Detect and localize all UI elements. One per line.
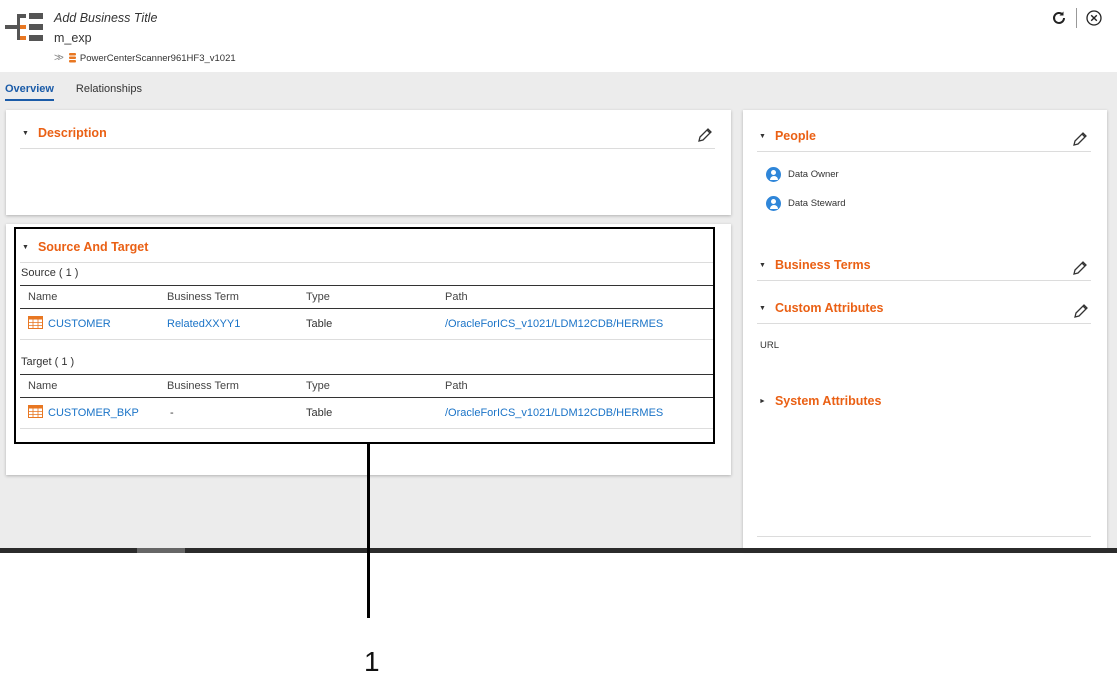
refresh-icon[interactable] (1051, 10, 1067, 26)
collapse-triangle-icon: ▼ (759, 132, 766, 140)
mapping-icon (5, 13, 43, 41)
user-icon (766, 167, 781, 182)
edit-business-terms-icon[interactable] (1072, 260, 1088, 276)
edit-custom-attributes-icon[interactable] (1073, 303, 1089, 319)
people-header[interactable]: ▼ People (759, 129, 816, 143)
expand-triangle-icon: ► (759, 397, 766, 405)
system-attributes-header[interactable]: ► System Attributes (759, 394, 881, 408)
right-panel: ▼ People Data Owner Data Steward ▼ Busin… (743, 110, 1107, 550)
system-attributes-title: System Attributes (774, 394, 882, 408)
url-attribute-label: URL (760, 340, 780, 351)
double-chevron-icon: >> (54, 52, 64, 64)
callout-box (14, 227, 715, 444)
horizontal-scrollbar[interactable] (0, 548, 1117, 553)
data-steward-row[interactable]: Data Steward (766, 196, 846, 211)
custom-attributes-title: Custom Attributes (774, 301, 884, 315)
tab-bar: Overview Relationships (0, 83, 159, 101)
collapse-triangle-icon: ▼ (22, 129, 29, 137)
people-title: People (774, 129, 816, 143)
edit-people-icon[interactable] (1072, 131, 1088, 147)
custom-attributes-header[interactable]: ▼ Custom Attributes (759, 301, 884, 315)
tab-overview[interactable]: Overview (5, 83, 54, 101)
description-header[interactable]: ▼ Description (22, 126, 107, 140)
breadcrumb-resource[interactable]: PowerCenterScanner961HF3_v1021 (80, 53, 236, 64)
asset-header: Add Business Title m_exp >> PowerCenterS… (0, 0, 1117, 72)
description-panel: ▼ Description (6, 110, 731, 215)
callout-leader-line (367, 444, 370, 618)
divider (757, 151, 1091, 152)
divider (757, 536, 1091, 537)
business-terms-title: Business Terms (774, 258, 871, 272)
user-icon (766, 196, 781, 211)
divider (757, 323, 1091, 324)
database-icon (68, 53, 76, 63)
scrollbar-thumb[interactable] (137, 548, 185, 553)
header-separator (1076, 8, 1077, 28)
data-owner-row[interactable]: Data Owner (766, 167, 839, 182)
collapse-triangle-icon: ▼ (759, 304, 766, 312)
breadcrumb: >> PowerCenterScanner961HF3_v1021 (54, 52, 236, 64)
data-steward-label: Data Steward (788, 198, 846, 209)
data-owner-label: Data Owner (788, 169, 839, 180)
close-icon[interactable] (1086, 10, 1102, 26)
collapse-triangle-icon: ▼ (759, 261, 766, 269)
business-title-link[interactable]: Add Business Title (54, 11, 157, 25)
divider (20, 148, 715, 149)
callout-number: 1 (364, 646, 380, 677)
edit-description-icon[interactable] (697, 127, 713, 143)
description-title: Description (37, 126, 107, 140)
divider (757, 280, 1091, 281)
business-terms-header[interactable]: ▼ Business Terms (759, 258, 871, 272)
asset-name: m_exp (54, 31, 92, 45)
tab-relationships[interactable]: Relationships (76, 83, 142, 101)
